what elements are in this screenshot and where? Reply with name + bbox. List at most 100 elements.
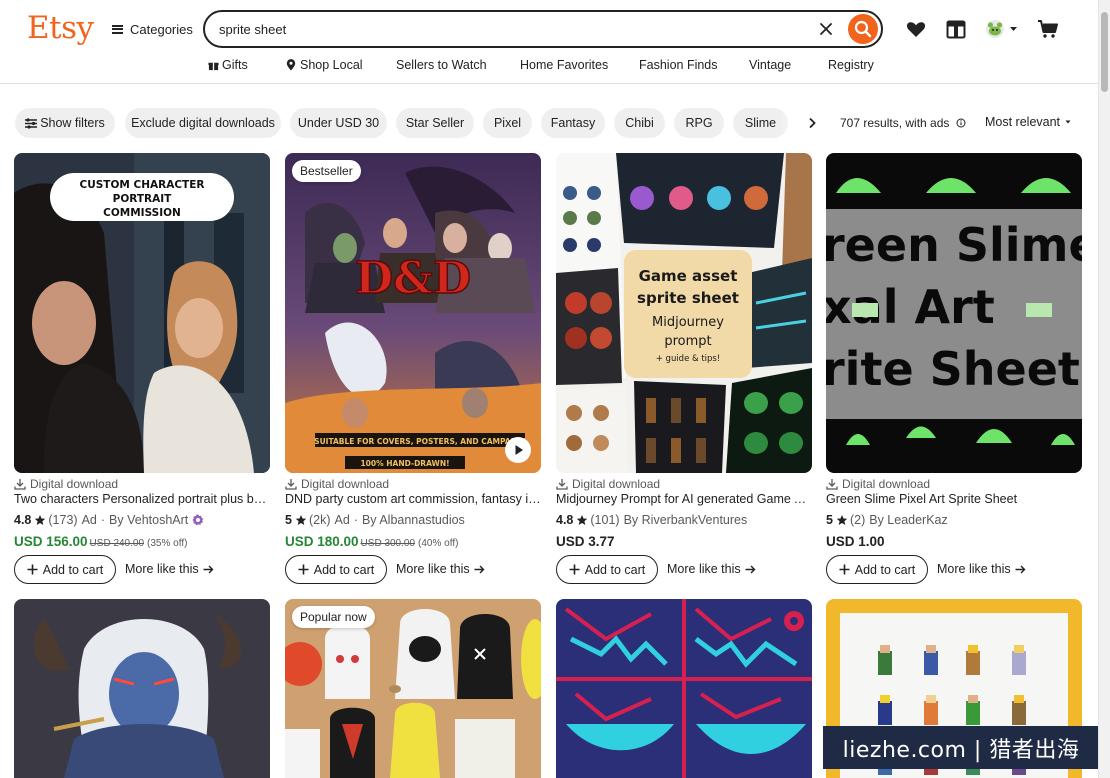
nav-shop-local[interactable]: Shop Local <box>286 58 363 72</box>
listing-title[interactable]: Two characters Personalized portrait plu… <box>14 492 270 506</box>
listing-price: USD 180.00 USD 300.00 (40% off) <box>285 534 458 549</box>
add-to-cart-button[interactable]: Add to cart <box>556 555 658 584</box>
sale-price: USD 156.00 <box>14 534 88 549</box>
more-like-this-label: More like this <box>937 562 1011 576</box>
categories-menu[interactable]: Categories <box>112 20 193 38</box>
listing-image[interactable]: Popular now <box>285 599 541 778</box>
more-like-this-link[interactable]: More like this <box>667 562 756 576</box>
plus-icon <box>298 564 309 575</box>
rating-value: 4.8 <box>14 513 32 527</box>
favorites-heart-icon[interactable] <box>904 17 928 41</box>
cart-icon[interactable] <box>1036 17 1060 41</box>
arrow-right-icon <box>474 565 485 573</box>
add-to-cart-button[interactable]: Add to cart <box>14 555 116 584</box>
watermark-banner: liezhe.com | 猎者出海 <box>823 726 1099 769</box>
gift-mode-icon[interactable] <box>944 17 968 41</box>
search-button[interactable] <box>848 14 878 44</box>
overlay-line-2: PORTRAIT <box>113 193 173 205</box>
chip-exclude-digital[interactable]: Exclude digital downloads <box>125 108 281 138</box>
page-scrollbar[interactable] <box>1098 0 1110 778</box>
listing-rating: 4.8 (173) Ad · By VehtoshArt <box>14 513 204 527</box>
listing-card[interactable] <box>556 599 812 778</box>
listing-image[interactable] <box>556 599 812 778</box>
listing-card[interactable]: Game asset sprite sheet Midjourney promp… <box>556 153 812 585</box>
scrollbar-thumb[interactable] <box>1101 12 1108 92</box>
add-to-cart-label: Add to cart <box>584 562 646 577</box>
listing-image[interactable]: Game asset sprite sheet Midjourney promp… <box>556 153 812 473</box>
shop-name[interactable]: By VehtoshArt <box>109 513 188 527</box>
overlay-line-3: 100% HAND-DRAWN! <box>360 459 449 468</box>
listing-rating: 5 (2k) Ad · By Albannastudios <box>285 513 465 527</box>
listing-image[interactable]: CUSTOM CHARACTER PORTRAIT COMMISSION <box>14 153 270 473</box>
plus-icon <box>27 564 38 575</box>
location-pin-icon <box>286 59 296 71</box>
listing-title[interactable]: DND party custom art commission, fantasy… <box>285 492 541 506</box>
more-like-this-label: More like this <box>667 562 741 576</box>
show-filters-button[interactable]: Show filters <box>15 108 115 138</box>
chevron-down-icon <box>1010 27 1017 31</box>
search-input[interactable] <box>219 19 779 39</box>
chip-chibi[interactable]: Chibi <box>614 108 665 138</box>
search-bar <box>203 10 883 48</box>
overlay-line-2: SUITABLE FOR COVERS, POSTERS, AND CAMPAI… <box>314 437 526 446</box>
chip-fantasy[interactable]: Fantasy <box>541 108 605 138</box>
plus-icon <box>839 564 850 575</box>
more-like-this-link[interactable]: More like this <box>396 562 485 576</box>
listing-title[interactable]: Midjourney Prompt for AI generated Game … <box>556 492 812 506</box>
listing-type-label: Digital download <box>30 477 119 491</box>
results-text: 707 results, with ads <box>840 116 950 130</box>
nav-vintage[interactable]: Vintage <box>749 58 791 72</box>
chips-fade <box>780 107 828 139</box>
info-icon[interactable] <box>956 118 966 128</box>
listing-type-label: Digital download <box>842 477 931 491</box>
listing-card[interactable]: D&D SUITABLE FOR COVERS, POSTERS, AND CA… <box>285 153 541 585</box>
nav-fashion-finds[interactable]: Fashion Finds <box>639 58 718 72</box>
listing-artwork: CUSTOM CHARACTER PORTRAIT COMMISSION <box>14 153 270 473</box>
listing-actions: Add to cart More like this <box>285 555 541 585</box>
avatar <box>986 20 1017 38</box>
listing-card[interactable] <box>14 599 270 778</box>
price: USD 3.77 <box>556 534 615 549</box>
categories-label: Categories <box>130 21 193 37</box>
plus-icon <box>569 564 580 575</box>
add-to-cart-label: Add to cart <box>854 562 916 577</box>
listing-image[interactable]: reen Slime xal Art rite Sheet <box>826 153 1082 473</box>
listing-title[interactable]: Green Slime Pixel Art Sprite Sheet <box>826 492 1082 506</box>
nav-sellers-to-watch[interactable]: Sellers to Watch <box>396 58 487 72</box>
play-video-button[interactable] <box>505 437 531 463</box>
more-like-this-link[interactable]: More like this <box>937 562 1026 576</box>
listing-image[interactable]: D&D SUITABLE FOR COVERS, POSTERS, AND CA… <box>285 153 541 473</box>
chip-under-usd-30[interactable]: Under USD 30 <box>290 108 387 138</box>
discount-percent: (35% off) <box>147 538 188 549</box>
shop-name[interactable]: By RiverbankVentures <box>624 513 748 527</box>
scroll-chips-right-icon[interactable] <box>805 116 819 130</box>
nav-home-favorites[interactable]: Home Favorites <box>520 58 608 72</box>
listing-image[interactable] <box>14 599 270 778</box>
overlay-line-2: xal Art <box>826 280 995 334</box>
etsy-logo[interactable]: Etsy <box>27 10 94 46</box>
listing-card[interactable]: Popular now <box>285 599 541 778</box>
search-icon <box>854 20 872 38</box>
overlay-line-1: Game asset <box>639 267 738 285</box>
chip-rpg[interactable]: RPG <box>674 108 724 138</box>
listing-actions: Add to cart More like this <box>826 555 1082 585</box>
shop-name[interactable]: By Albannastudios <box>362 513 465 527</box>
add-to-cart-button[interactable]: Add to cart <box>826 555 928 584</box>
listing-actions: Add to cart More like this <box>14 555 270 585</box>
nav-gifts[interactable]: Gifts <box>208 58 248 72</box>
chip-star-seller[interactable]: Star Seller <box>396 108 474 138</box>
listing-card[interactable]: CUSTOM CHARACTER PORTRAIT COMMISSION Dig… <box>14 153 270 585</box>
chip-pixel[interactable]: Pixel <box>483 108 532 138</box>
clear-search-icon[interactable] <box>817 20 835 38</box>
more-like-this-link[interactable]: More like this <box>125 562 214 576</box>
bestseller-badge: Bestseller <box>292 160 361 182</box>
add-to-cart-button[interactable]: Add to cart <box>285 555 387 584</box>
listing-type: Digital download <box>14 477 118 491</box>
listing-card[interactable]: reen Slime xal Art rite Sheet Digital do… <box>826 153 1082 585</box>
overlay-line-2: sprite sheet <box>637 289 739 307</box>
more-like-this-label: More like this <box>125 562 199 576</box>
shop-name[interactable]: By LeaderKaz <box>869 513 948 527</box>
sort-dropdown[interactable]: Most relevant <box>985 115 1072 129</box>
nav-registry[interactable]: Registry <box>828 58 874 72</box>
account-menu[interactable] <box>984 16 1020 42</box>
